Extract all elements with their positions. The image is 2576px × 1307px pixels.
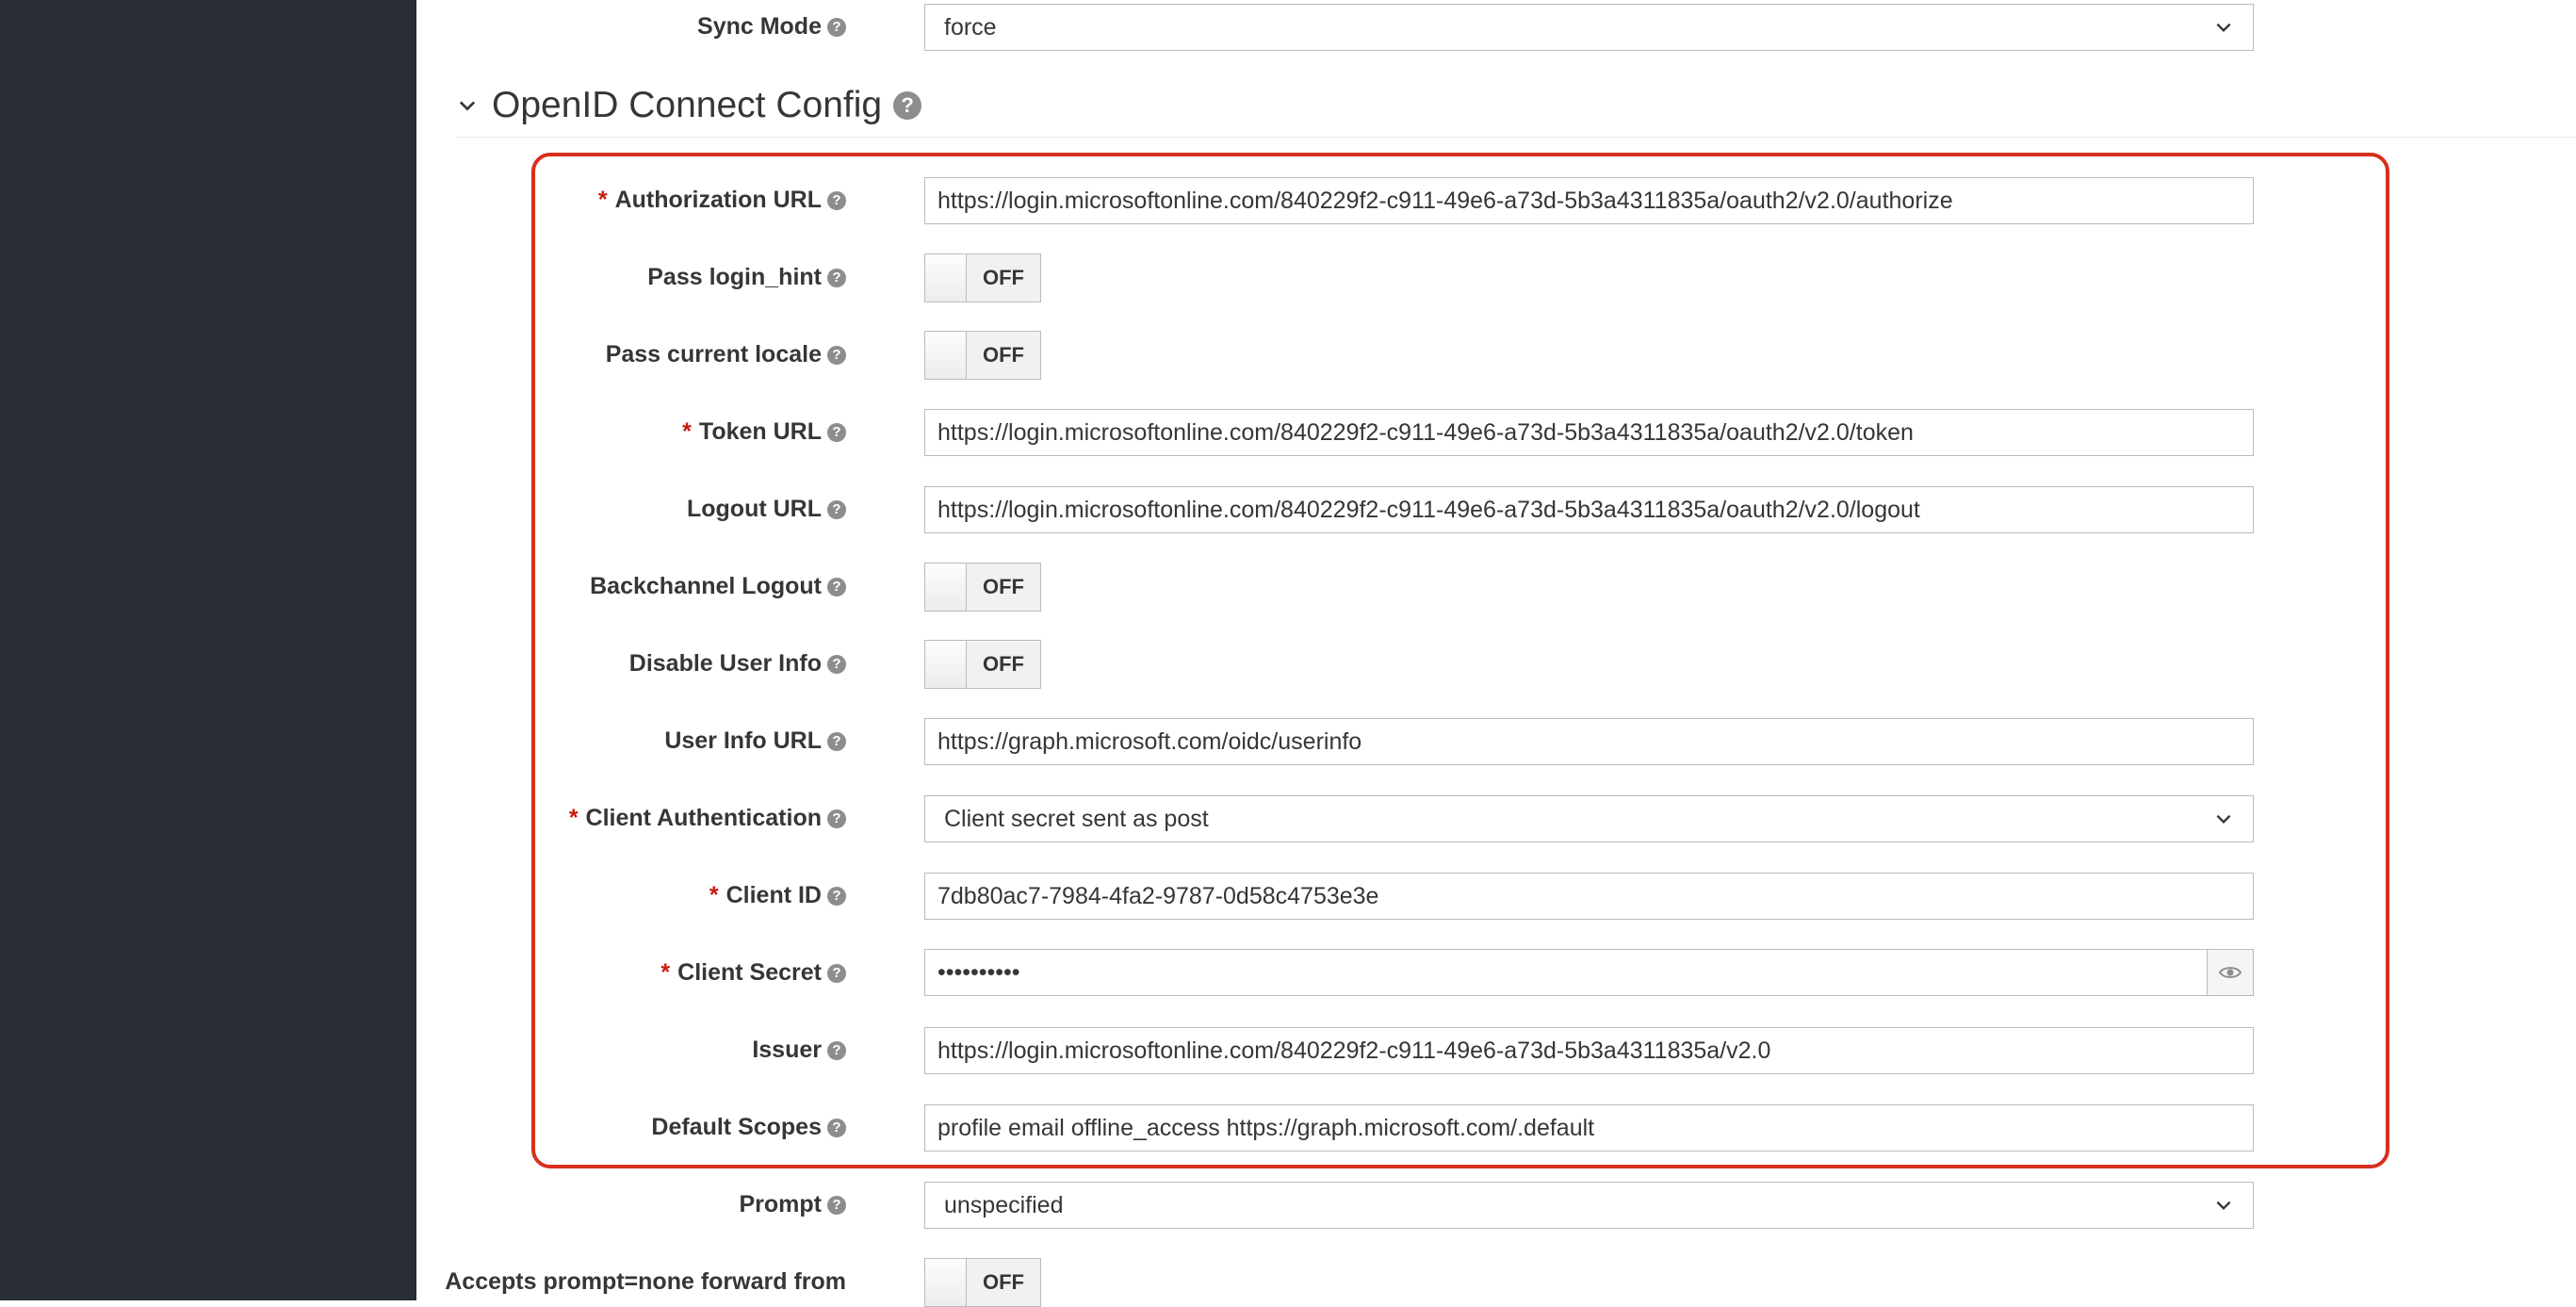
help-icon[interactable]: ? xyxy=(827,1040,846,1060)
client-secret-input[interactable] xyxy=(924,949,2208,996)
section-divider xyxy=(456,137,2576,138)
logout-url-label: Logout URL ? xyxy=(687,498,846,521)
section-title: OpenID Connect Config xyxy=(492,85,883,125)
authorization-url-label: * Authorization URL ? xyxy=(598,188,846,212)
issuer-input[interactable] xyxy=(924,1027,2254,1074)
help-icon[interactable]: ? xyxy=(827,17,846,37)
toggle-state: OFF xyxy=(967,332,1040,379)
help-icon[interactable]: ? xyxy=(827,731,846,751)
logout-url-input[interactable] xyxy=(924,486,2254,533)
required-marker: * xyxy=(660,959,671,986)
backchannel-logout-toggle[interactable]: OFF xyxy=(924,563,1041,612)
show-secret-button[interactable] xyxy=(2207,949,2254,996)
required-marker: * xyxy=(709,882,719,908)
token-url-input[interactable] xyxy=(924,409,2254,456)
prompt-label: Prompt ? xyxy=(740,1193,846,1217)
backchannel-logout-label: Backchannel Logout ? xyxy=(590,575,846,598)
toggle-state: OFF xyxy=(967,564,1040,611)
required-marker: * xyxy=(568,805,579,831)
toggle-knob xyxy=(925,254,967,302)
help-icon[interactable]: ? xyxy=(827,499,846,519)
client-authentication-label: * Client Authentication ? xyxy=(569,807,846,830)
authorization-url-input[interactable] xyxy=(924,177,2254,224)
sync-mode-label: Sync Mode ? xyxy=(697,15,846,39)
default-scopes-label: Default Scopes ? xyxy=(651,1116,846,1139)
help-icon[interactable]: ? xyxy=(827,963,846,983)
help-icon[interactable]: ? xyxy=(827,577,846,596)
chevron-down-icon xyxy=(2216,23,2231,33)
client-id-input[interactable] xyxy=(924,873,2254,920)
toggle-knob xyxy=(925,641,967,688)
help-icon[interactable]: ? xyxy=(893,91,922,120)
client-authentication-select[interactable]: Client secret sent as post xyxy=(924,795,2254,842)
user-info-url-label: User Info URL ? xyxy=(664,729,846,753)
openid-connect-config-header[interactable]: OpenID Connect Config ? xyxy=(456,85,922,126)
default-scopes-input[interactable] xyxy=(924,1104,2254,1152)
disable-user-info-label: Disable User Info ? xyxy=(629,652,846,676)
help-icon[interactable]: ? xyxy=(827,190,846,210)
toggle-knob xyxy=(925,332,967,379)
accepts-prompt-none-label: Accepts prompt=none forward from xyxy=(445,1268,846,1295)
help-icon[interactable]: ? xyxy=(827,345,846,365)
pass-current-locale-label: Pass current locale ? xyxy=(606,343,846,367)
pass-login-hint-toggle[interactable]: OFF xyxy=(924,253,1041,302)
accepts-prompt-none-toggle[interactable]: OFF xyxy=(924,1258,1041,1307)
help-icon[interactable]: ? xyxy=(827,654,846,674)
toggle-state: OFF xyxy=(967,641,1040,688)
toggle-state: OFF xyxy=(967,1259,1040,1306)
disable-user-info-toggle[interactable]: OFF xyxy=(924,640,1041,689)
required-marker: * xyxy=(597,187,608,213)
section-collapse-chevron-icon[interactable] xyxy=(456,94,479,117)
token-url-label: * Token URL ? xyxy=(682,420,846,444)
chevron-down-icon xyxy=(2216,814,2231,825)
left-sidebar xyxy=(0,0,416,1300)
help-icon[interactable]: ? xyxy=(827,268,846,287)
toggle-state: OFF xyxy=(967,254,1040,302)
client-secret-label: * Client Secret ? xyxy=(660,961,846,985)
eye-icon xyxy=(2219,967,2242,978)
required-marker: * xyxy=(682,418,692,445)
toggle-knob xyxy=(925,1259,967,1306)
pass-current-locale-toggle[interactable]: OFF xyxy=(924,331,1041,380)
user-info-url-input[interactable] xyxy=(924,718,2254,765)
help-icon[interactable]: ? xyxy=(827,886,846,906)
help-icon[interactable]: ? xyxy=(827,1195,846,1215)
pass-login-hint-label: Pass login_hint ? xyxy=(647,266,846,289)
toggle-knob xyxy=(925,564,967,611)
help-icon[interactable]: ? xyxy=(827,422,846,442)
prompt-select[interactable]: unspecified xyxy=(924,1182,2254,1229)
chevron-down-icon xyxy=(2216,1201,2231,1211)
help-icon[interactable]: ? xyxy=(827,809,846,828)
client-id-label: * Client ID ? xyxy=(709,884,846,907)
issuer-label: Issuer ? xyxy=(752,1038,846,1062)
sync-mode-select[interactable]: force xyxy=(924,4,2254,51)
help-icon[interactable]: ? xyxy=(827,1118,846,1137)
